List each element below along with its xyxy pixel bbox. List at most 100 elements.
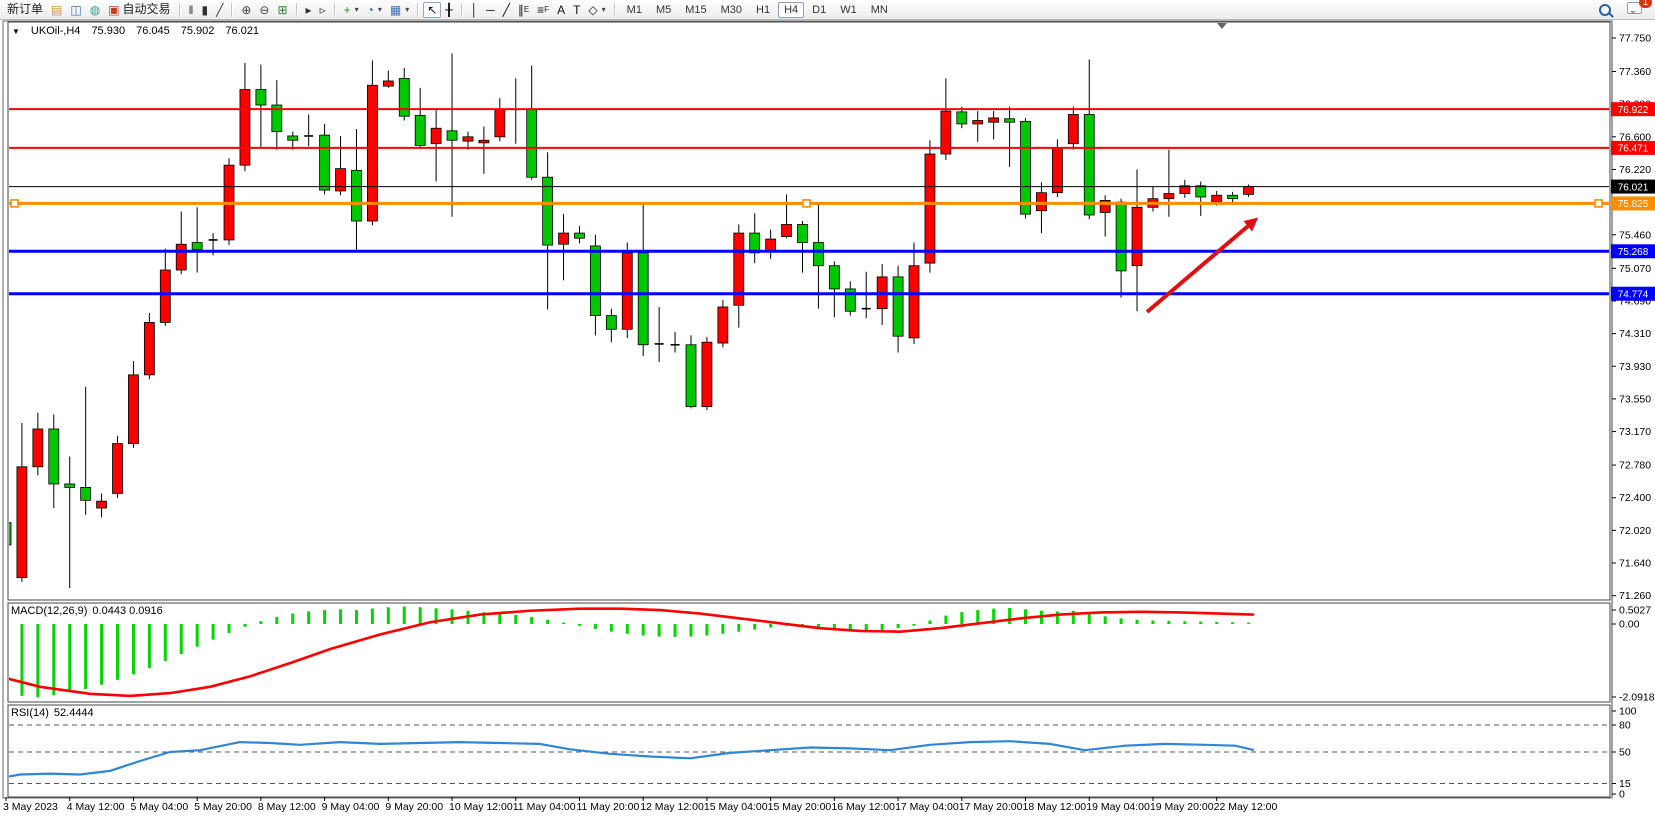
macd-indicator-label: MACD(12,26,9)0.0443 0.0916 [11, 605, 168, 617]
templates-button[interactable]: ▦▾ [386, 0, 413, 19]
zoom-in-glyph: ⊕ [241, 4, 251, 16]
macd-histogram-bar [1136, 620, 1139, 624]
zoom-out-button[interactable]: ⊖ [255, 2, 273, 18]
arrows-dropdown-icon[interactable]: ▾ [602, 2, 606, 17]
periods-dropdown-icon[interactable]: ▾ [378, 2, 382, 17]
auto-scroll-button[interactable]: ▸ [302, 2, 316, 18]
candle-bullish [431, 128, 441, 143]
candle-bullish [17, 467, 27, 578]
macd-histogram-bar [116, 624, 119, 680]
search-icon[interactable] [1595, 2, 1615, 18]
macd-histogram-bar [100, 624, 103, 685]
autotrading-button-label: 自动交易 [123, 2, 171, 17]
text-label-button[interactable]: T [569, 2, 584, 18]
trendline-button[interactable]: ╱ [499, 2, 514, 18]
candle-bearish [686, 345, 696, 407]
timeframe-h4-button[interactable]: H4 [778, 2, 804, 18]
candle-bearish [81, 487, 91, 500]
bar-chart-button[interactable]: ‖ [185, 2, 198, 18]
toolbar-separator [614, 3, 616, 17]
price-scale[interactable] [1612, 21, 1655, 797]
candle-bearish [1196, 186, 1206, 197]
candle-bullish [128, 375, 138, 444]
macd-histogram-bar [451, 609, 454, 624]
candlestick-button[interactable]: ▮ [198, 2, 213, 18]
autotrading-glyph: ▣ [108, 4, 119, 16]
macd-histogram-bar [323, 610, 326, 624]
chart-shift-button[interactable]: ▹ [316, 2, 330, 18]
horizontal-line-button[interactable]: ─ [482, 2, 499, 18]
macd-histogram-bar [1183, 621, 1186, 624]
collapse-icon[interactable]: ▼ [12, 27, 20, 36]
candle-bullish [160, 270, 170, 322]
rsi-name: RSI(14) [11, 707, 49, 719]
new-order-button[interactable]: 新订单 [3, 0, 47, 19]
line-handle-center[interactable] [803, 200, 810, 207]
chat-icon[interactable]: 1 [1623, 0, 1646, 20]
quote-open: 75.930 [91, 25, 125, 37]
text-button[interactable]: A [553, 2, 569, 18]
new-chart-icon[interactable]: ▤ [47, 2, 66, 18]
macd-histogram-bar [164, 624, 167, 661]
macd-histogram-bar [275, 617, 278, 624]
macd-histogram-bar [737, 624, 740, 632]
chart-canvas[interactable]: 77.75077.36076.98076.60076.22075.84075.4… [0, 0, 1655, 825]
periods-button[interactable]: ◔▾ [363, 0, 386, 19]
arrows-button[interactable]: ◇▾ [584, 0, 609, 19]
cursor-glyph: ↖ [427, 4, 437, 16]
timeframe-m5-button[interactable]: M5 [650, 2, 677, 18]
macd-histogram-bar [52, 624, 55, 695]
macd-histogram-bar [259, 621, 262, 624]
time-scale[interactable] [8, 798, 1610, 814]
timeframe-mn-button[interactable]: MN [865, 2, 894, 18]
candle-bullish [989, 118, 999, 122]
broadcast-icon[interactable]: ◍ [86, 2, 104, 18]
glyph-subscript: F [544, 2, 549, 17]
candle-bullish [909, 266, 919, 338]
crosshair-button[interactable]: ╂ [441, 2, 456, 18]
candle-bullish [973, 120, 983, 123]
timeframe-d1-button[interactable]: D1 [806, 2, 832, 18]
toolbar: 新订单▤◫◍▣自动交易‖▮╱⊕⊖⊞▸▹+▾◔▾▦▾↖╂│─╱∥E≡FAT◇▾M1… [0, 0, 1655, 20]
candle-bullish [718, 307, 728, 343]
quote-high: 76.045 [136, 25, 170, 37]
fibonacci-glyph: ≡ [537, 4, 544, 16]
timeframe-w1-button[interactable]: W1 [834, 2, 863, 18]
fibonacci-button[interactable]: ≡F [533, 0, 553, 19]
candle-bearish [813, 243, 823, 266]
candle-bearish [590, 246, 600, 316]
timeframe-h1-button[interactable]: H1 [750, 2, 776, 18]
timeframe-m15-button[interactable]: M15 [679, 2, 712, 18]
macd-histogram-bar [212, 624, 215, 640]
tile-windows-button[interactable]: ⊞ [273, 2, 291, 18]
periods-glyph: ◔ [367, 4, 374, 16]
macd-name: MACD(12,26,9) [11, 605, 87, 617]
timeframe-m30-button[interactable]: M30 [715, 2, 748, 18]
line-chart-button[interactable]: ╱ [212, 2, 227, 18]
line-handle-left[interactable] [11, 200, 18, 207]
indicators-dropdown-icon[interactable]: ▾ [355, 2, 359, 17]
macd-histogram-bar [132, 624, 135, 674]
profiles-icon[interactable]: ◫ [66, 2, 85, 18]
zoom-in-button[interactable]: ⊕ [237, 2, 255, 18]
macd-histogram-bar [928, 621, 931, 624]
candle-bullish [559, 233, 569, 244]
macd-histogram-bar [769, 624, 772, 627]
timeframe-m1-button[interactable]: M1 [621, 2, 648, 18]
vertical-line-button[interactable]: │ [467, 2, 483, 18]
toolbar-separator [461, 3, 463, 17]
macd-histogram-bar [1151, 621, 1154, 624]
line-handle-right[interactable] [1595, 200, 1602, 207]
equidistant-channel-button[interactable]: ∥E [514, 0, 533, 19]
macd-histogram-bar [642, 624, 645, 636]
cursor-button[interactable]: ↖ [423, 2, 441, 18]
indicators-button[interactable]: +▾ [340, 0, 363, 19]
candle-bearish [1084, 114, 1094, 215]
templates-dropdown-icon[interactable]: ▾ [405, 2, 409, 17]
horizontal-line-glyph: ─ [486, 4, 495, 16]
autotrading-button[interactable]: ▣ 自动交易 [104, 0, 174, 19]
macd-histogram-bar [1104, 616, 1107, 624]
candle-bullish [782, 224, 792, 236]
macd-histogram-bar [721, 624, 724, 634]
candle-bearish [320, 135, 330, 190]
